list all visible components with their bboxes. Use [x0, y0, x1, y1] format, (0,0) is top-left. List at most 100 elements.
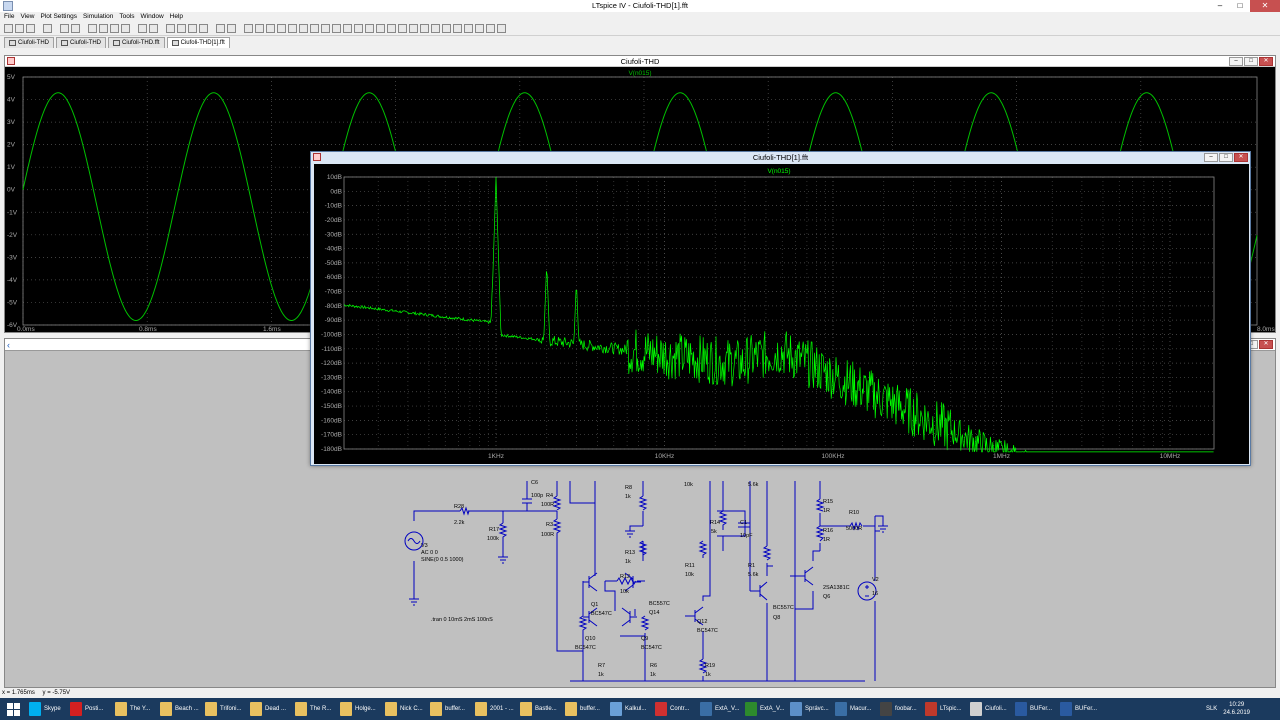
transient-plot-titlebar[interactable]: Ciufoli-THD – □ ✕	[5, 56, 1275, 67]
fft-plot-svg[interactable]: 10dB 0dB -10dB -20dB -30dB -40dB -50dB -60dB -70…	[314, 164, 1249, 464]
r3-symbol[interactable]	[552, 518, 562, 536]
taskbar-item[interactable]: Nick C...	[383, 699, 427, 719]
undo-icon[interactable]	[288, 24, 297, 33]
taskbar-item[interactable]: Macur...	[833, 699, 877, 719]
fft-plot-window[interactable]: Ciufoli-THD[1].fft – □ ✕ 10dB 0dB -10dB -20…	[310, 151, 1251, 466]
wire-icon[interactable]	[332, 24, 341, 33]
menu-simulation[interactable]: Simulation	[83, 12, 113, 22]
clock[interactable]: 10:29 24.6.2019	[1223, 701, 1250, 717]
fft-close-button[interactable]: ✕	[1234, 153, 1248, 162]
r14-symbol[interactable]	[718, 510, 728, 530]
component-icon[interactable]	[409, 24, 418, 33]
move-icon[interactable]	[420, 24, 429, 33]
resistor-icon[interactable]	[365, 24, 374, 33]
r1-symbol[interactable]	[762, 545, 772, 561]
pan-icon[interactable]	[149, 24, 158, 33]
r11-symbol[interactable]	[698, 540, 708, 558]
save-icon[interactable]	[26, 24, 35, 33]
redo-edit-icon[interactable]	[453, 24, 462, 33]
text-icon[interactable]	[310, 24, 319, 33]
taskbar-item[interactable]: LTspic...	[923, 699, 967, 719]
undo-edit-icon[interactable]	[442, 24, 451, 33]
autorange-icon[interactable]	[138, 24, 147, 33]
q6-symbol[interactable]	[798, 566, 814, 586]
close-button[interactable]: ✕	[1250, 0, 1280, 12]
new-schematic-icon[interactable]	[4, 24, 13, 33]
taskbar-item[interactable]: Posti...	[68, 699, 112, 719]
tab-ciufoli-thd-fft[interactable]: Ciufoli-THD.fft	[108, 37, 165, 48]
control-panel-icon[interactable]	[43, 24, 52, 33]
language-indicator[interactable]: SLK	[1206, 706, 1217, 712]
duplicate-icon[interactable]	[497, 24, 506, 33]
diode-icon[interactable]	[398, 24, 407, 33]
close-all-icon[interactable]	[199, 24, 208, 33]
taskbar-item[interactable]: BUFer...	[1013, 699, 1057, 719]
menu-help[interactable]: Help	[170, 12, 183, 22]
tile-vertical-icon[interactable]	[177, 24, 186, 33]
r4-symbol[interactable]	[552, 495, 562, 511]
halt-icon[interactable]	[71, 24, 80, 33]
taskbar-item[interactable]: Skype	[27, 699, 67, 719]
tile-horizontal-icon[interactable]	[166, 24, 175, 33]
open-icon[interactable]	[15, 24, 24, 33]
copy-icon[interactable]	[255, 24, 264, 33]
menu-view[interactable]: View	[20, 12, 34, 22]
print-preview-icon[interactable]	[227, 24, 236, 33]
taskbar-item[interactable]: Dead ...	[248, 699, 292, 719]
taskbar-item[interactable]: The R...	[293, 699, 337, 719]
taskbar-item[interactable]: Bastle...	[518, 699, 562, 719]
zoom-fit-icon[interactable]	[121, 24, 130, 33]
zoom-in-icon[interactable]	[99, 24, 108, 33]
find-icon[interactable]	[277, 24, 286, 33]
minimize-button[interactable]: –	[1210, 0, 1230, 12]
taskbar-item[interactable]: Správc...	[788, 699, 832, 719]
menu-window[interactable]: Window	[141, 12, 164, 22]
ground-icon[interactable]	[343, 24, 352, 33]
fft-plot-titlebar[interactable]: Ciufoli-THD[1].fft – □ ✕	[311, 152, 1250, 163]
taskbar-item[interactable]: BUFer...	[1058, 699, 1102, 719]
menu-tools[interactable]: Tools	[119, 12, 134, 22]
fft-plot-area[interactable]: 10dB 0dB -10dB -20dB -30dB -40dB -50dB -60dB -70…	[314, 164, 1249, 464]
mirror-icon[interactable]	[475, 24, 484, 33]
taskbar-item[interactable]: The Y...	[113, 699, 157, 719]
spice-directive-icon[interactable]	[321, 24, 330, 33]
c6-symbol[interactable]	[522, 498, 532, 504]
taskbar-item[interactable]: Beach ...	[158, 699, 202, 719]
tab-ciufoli-thd-plot[interactable]: Ciufoli-THD	[56, 37, 107, 48]
q8-symbol[interactable]	[753, 581, 768, 601]
maximize-button[interactable]: □	[1230, 0, 1250, 12]
tab-ciufoli-thd-1-fft[interactable]: Ciufoli-THD[1].fft	[166, 37, 230, 48]
r6-symbol[interactable]	[640, 615, 650, 631]
redo-icon[interactable]	[299, 24, 308, 33]
r7-symbol[interactable]	[578, 615, 588, 633]
paste-icon[interactable]	[266, 24, 275, 33]
inductor-icon[interactable]	[387, 24, 396, 33]
taskbar-item[interactable]: ExtA_V...	[743, 699, 787, 719]
label-icon[interactable]	[354, 24, 363, 33]
tab-ciufoli-thd-schematic[interactable]: Ciufoli-THD	[4, 37, 55, 48]
start-button[interactable]	[0, 699, 26, 719]
run-icon[interactable]	[60, 24, 69, 33]
taskbar-item[interactable]: Trifoni...	[203, 699, 247, 719]
taskbar-item[interactable]: ExtA_V...	[698, 699, 742, 719]
r13-symbol[interactable]	[638, 540, 648, 559]
rotate-icon[interactable]	[464, 24, 473, 33]
schem-close-button[interactable]: ✕	[1259, 340, 1273, 349]
menu-plot-settings[interactable]: Plot Settings	[40, 12, 77, 22]
cascade-icon[interactable]	[188, 24, 197, 33]
taskbar-item[interactable]: buffer...	[563, 699, 607, 719]
menu-file[interactable]: File	[4, 12, 14, 22]
r17-symbol[interactable]	[498, 522, 508, 541]
fft-restore-button[interactable]: □	[1219, 153, 1233, 162]
spice-directive[interactable]: .tran 0 10mS 2mS 100nS	[431, 617, 493, 623]
r8-symbol[interactable]	[638, 495, 648, 511]
delete-icon[interactable]	[486, 24, 495, 33]
taskbar-item[interactable]: Ciufoli...	[968, 699, 1012, 719]
drag-icon[interactable]	[431, 24, 440, 33]
plot-close-button[interactable]: ✕	[1259, 57, 1273, 66]
plot-minimize-button[interactable]: –	[1229, 57, 1243, 66]
zoom-area-icon[interactable]	[88, 24, 97, 33]
zoom-out-icon[interactable]	[110, 24, 119, 33]
taskbar-item[interactable]: buffer...	[428, 699, 472, 719]
taskbar-item[interactable]: Contr...	[653, 699, 697, 719]
